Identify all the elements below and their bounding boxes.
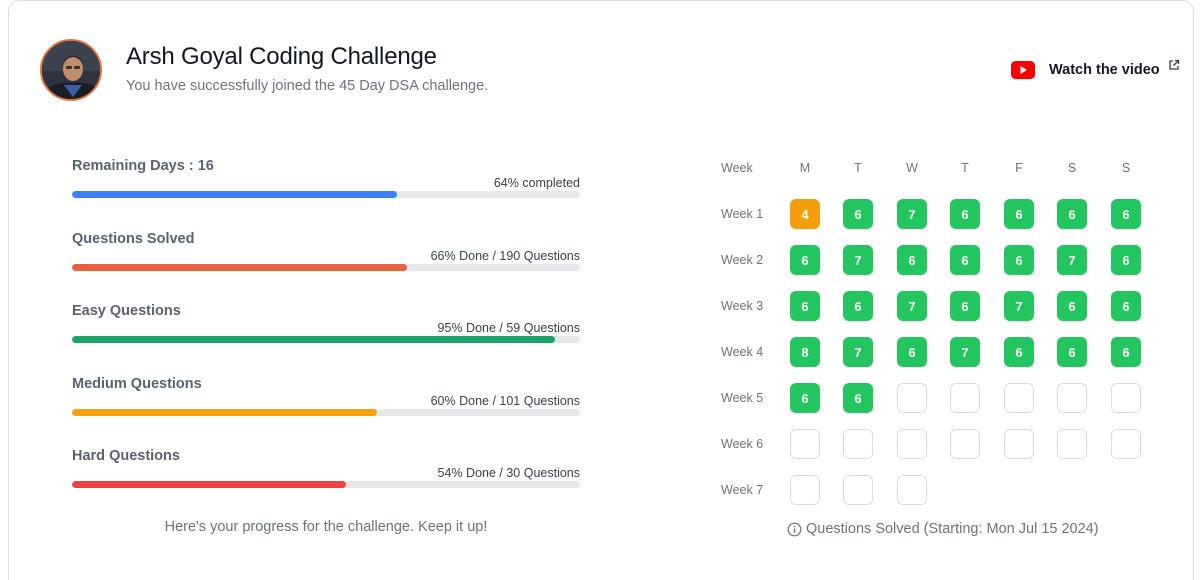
calendar-day-cell: 6: [950, 291, 980, 321]
calendar-day-cell-empty: [1111, 383, 1141, 413]
calendar-day-cell-empty: [897, 475, 927, 505]
calendar-day-cell: 8: [790, 337, 820, 367]
calendar-week-label: Week 4: [721, 345, 764, 359]
calendar-day-cell: 7: [897, 199, 927, 229]
calendar-day-cell: 6: [1057, 337, 1087, 367]
watch-video-label: Watch the video: [1049, 62, 1160, 78]
calendar-day-cell-empty: [950, 429, 980, 459]
calendar-day-cell: 6: [950, 245, 980, 275]
calendar-day-cell: 6: [1004, 199, 1034, 229]
calendar-day-cell: 6: [950, 199, 980, 229]
calendar-day-header: W: [906, 161, 918, 175]
calendar-day-cell: 6: [843, 383, 873, 413]
calendar-day-cell-empty: [897, 429, 927, 459]
calendar-day-cell-empty: [1004, 383, 1034, 413]
progress-fill: [72, 481, 347, 488]
calendar-day-cell: 7: [897, 291, 927, 321]
external-link-icon: [1168, 59, 1179, 70]
calendar-week-label: Week 1: [721, 207, 764, 221]
calendar-day-cell: 6: [897, 337, 927, 367]
calendar-footer-text: Questions Solved (Starting: Mon Jul 15 2…: [806, 521, 1099, 537]
calendar-day-cell: 6: [1004, 337, 1034, 367]
progress-fill: [72, 264, 408, 271]
page-subtitle: You have successfully joined the 45 Day …: [126, 78, 489, 94]
progress-hard-questions: Hard Questions 54% Done / 30 Questions: [72, 448, 580, 488]
calendar-day-cell: 6: [1057, 291, 1087, 321]
info-icon: [787, 522, 802, 536]
calendar-day-cell-empty: [843, 475, 873, 505]
watch-video-link[interactable]: Watch the video: [1011, 59, 1180, 81]
page-title: Arsh Goyal Coding Challenge: [126, 43, 437, 70]
calendar-day-cell: 7: [950, 337, 980, 367]
calendar-day-cell-empty: [1004, 429, 1034, 459]
calendar-week-label: Week 2: [721, 253, 764, 267]
calendar-day-cell-empty: [950, 383, 980, 413]
calendar-week-label: Week 6: [721, 437, 764, 451]
progress-track: [72, 191, 580, 198]
progress-fill: [72, 336, 555, 343]
calendar-day-cell: 6: [897, 245, 927, 275]
calendar-day-cell: 6: [790, 383, 820, 413]
challenge-card: Arsh Goyal Coding Challenge You have suc…: [8, 0, 1194, 580]
calendar-week-label: Week 7: [721, 483, 764, 497]
progress-label: Questions Solved: [72, 231, 195, 247]
calendar-day-cell: 6: [790, 245, 820, 275]
calendar-day-cell: 6: [1004, 245, 1034, 275]
calendar-day-header: S: [1067, 161, 1077, 175]
calendar-day-cell-empty: [790, 429, 820, 459]
progress-value: 60% Done / 101 Questions: [430, 394, 580, 408]
encouragement-text: Here's your progress for the challenge. …: [164, 519, 488, 535]
calendar-day-cell-empty: [1111, 429, 1141, 459]
calendar-day-header: F: [1015, 161, 1023, 175]
calendar-day-cell: 4: [790, 199, 820, 229]
calendar-day-cell: 6: [1057, 199, 1087, 229]
progress-track: [72, 409, 580, 416]
calendar-day-header: S: [1121, 161, 1131, 175]
calendar-day-cell-empty: [843, 429, 873, 459]
calendar-footer: Questions Solved (Starting: Mon Jul 15 2…: [787, 521, 1099, 537]
calendar-day-cell: 7: [1004, 291, 1034, 321]
calendar-day-cell: 6: [843, 291, 873, 321]
calendar-day-header: M: [799, 161, 811, 175]
progress-label: Remaining Days : 16: [72, 158, 214, 174]
calendar-week-label: Week 3: [721, 299, 764, 313]
progress-fill: [72, 409, 377, 416]
calendar-day-cell-empty: [1057, 383, 1087, 413]
progress-label: Medium Questions: [72, 376, 202, 392]
progress-value: 66% Done / 190 Questions: [430, 249, 580, 263]
progress-medium-questions: Medium Questions 60% Done / 101 Question…: [72, 376, 580, 416]
progress-label: Hard Questions: [72, 448, 180, 464]
calendar-day-header: T: [961, 161, 969, 175]
progress-remaining-days: Remaining Days : 16 64% completed: [72, 158, 580, 198]
calendar-day-cell-empty: [1057, 429, 1087, 459]
calendar-day-cell: 6: [790, 291, 820, 321]
avatar: [40, 39, 102, 101]
progress-easy-questions: Easy Questions 95% Done / 59 Questions: [72, 303, 580, 343]
calendar-day-cell: 6: [843, 199, 873, 229]
progress-label: Easy Questions: [72, 303, 181, 319]
calendar-day-cell: 6: [1111, 291, 1141, 321]
progress-questions-solved: Questions Solved 66% Done / 190 Question…: [72, 231, 580, 271]
progress-track: [72, 481, 580, 488]
calendar-day-cell: 6: [1111, 337, 1141, 367]
calendar-day-cell: 7: [1057, 245, 1087, 275]
calendar-week-header: Week: [721, 161, 753, 175]
calendar-day-cell-empty: [897, 383, 927, 413]
progress-value: 54% Done / 30 Questions: [437, 466, 580, 480]
progress-track: [72, 336, 580, 343]
avatar-portrait-icon: [42, 41, 100, 99]
calendar-day-cell: 7: [843, 245, 873, 275]
progress-fill: [72, 191, 398, 198]
youtube-icon: [1011, 61, 1035, 79]
calendar-day-header: T: [854, 161, 862, 175]
calendar-day-cell: 6: [1111, 199, 1141, 229]
calendar-day-cell: 6: [1111, 245, 1141, 275]
calendar-week-label: Week 5: [721, 391, 764, 405]
calendar-day-cell: 7: [843, 337, 873, 367]
calendar-day-cell-empty: [790, 475, 820, 505]
progress-track: [72, 264, 580, 271]
progress-value: 95% Done / 59 Questions: [437, 321, 580, 335]
progress-value: 64% completed: [493, 176, 580, 190]
